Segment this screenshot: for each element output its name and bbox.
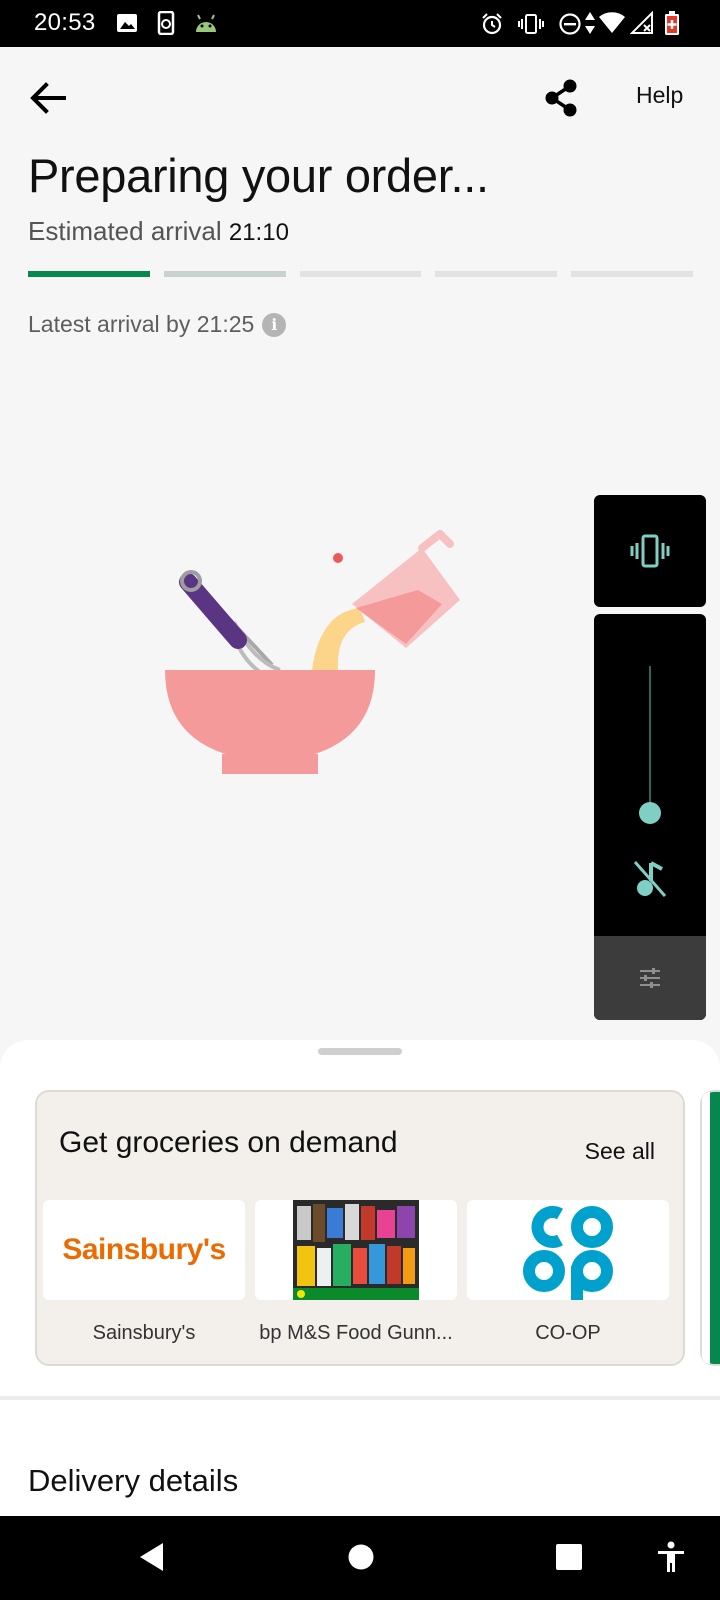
section-divider xyxy=(0,1396,720,1400)
store-logo-tile xyxy=(255,1200,457,1300)
music-off-icon[interactable] xyxy=(632,859,668,899)
volume-vibrate-button[interactable] xyxy=(594,495,706,607)
phone-sync-icon xyxy=(157,11,175,35)
vibrate-icon xyxy=(630,534,670,568)
eta-label: Estimated arrival xyxy=(28,216,222,246)
volume-panel xyxy=(594,614,706,1020)
groceries-card: Get groceries on demand See all Sainsbur… xyxy=(35,1090,685,1366)
arrow-left-icon xyxy=(30,82,66,114)
android-icon xyxy=(196,14,216,32)
progress-segment-4 xyxy=(435,271,558,277)
latest-arrival: Latest arrival by 21:25 i xyxy=(28,311,287,338)
system-nav-bar xyxy=(0,1516,720,1600)
help-link[interactable]: Help xyxy=(636,82,683,109)
share-icon xyxy=(545,79,577,117)
latest-arrival-text: Latest arrival by 21:25 xyxy=(28,311,255,337)
back-button[interactable] xyxy=(24,74,72,122)
status-bar: 20:53 xyxy=(0,0,720,47)
sainsburys-logo: Sainsbury's xyxy=(62,1233,226,1266)
bp-ms-food-image xyxy=(293,1200,419,1300)
alarm-icon xyxy=(482,13,502,35)
store-logo-tile xyxy=(467,1200,669,1300)
store-name: Sainsbury's xyxy=(92,1322,196,1344)
bowl-illustration xyxy=(165,670,375,762)
signal-icon xyxy=(630,11,653,34)
progress-segment-3 xyxy=(299,271,422,277)
accessibility-icon[interactable] xyxy=(656,1540,686,1574)
order-progress-bar xyxy=(28,271,693,277)
sliders-icon xyxy=(640,968,660,988)
info-icon[interactable]: i xyxy=(262,312,287,337)
whisk-illustration xyxy=(179,570,281,674)
see-all-link[interactable]: See all xyxy=(585,1138,655,1165)
wifi-icon xyxy=(599,12,625,33)
eta-time: 21:10 xyxy=(228,219,289,246)
store-card-coop[interactable]: CO-OP xyxy=(467,1200,669,1345)
store-name: bp M&S Food Gunn... xyxy=(259,1322,453,1344)
store-name: CO-OP xyxy=(535,1322,601,1344)
home-circle-icon[interactable] xyxy=(347,1540,375,1574)
battery-low-icon xyxy=(665,11,679,35)
preparing-order-illustration xyxy=(165,530,460,774)
jug-illustration xyxy=(352,530,460,648)
volume-settings-button[interactable] xyxy=(594,936,706,1020)
coop-logo xyxy=(523,1206,613,1300)
progress-segment-2 xyxy=(163,271,286,277)
vibrate-icon xyxy=(518,14,544,34)
recents-square-icon[interactable] xyxy=(554,1540,584,1574)
image-icon xyxy=(117,14,137,32)
store-card-sainsburys[interactable]: Sainsbury's Sainsbury's xyxy=(43,1200,245,1345)
store-card-bp-ms[interactable]: bp M&S Food Gunn... xyxy=(255,1200,457,1345)
delivery-details-title[interactable]: Delivery details xyxy=(28,1463,238,1499)
back-triangle-icon[interactable] xyxy=(136,1540,166,1574)
share-button[interactable] xyxy=(538,74,586,122)
page-title: Preparing your order... xyxy=(28,149,489,202)
volume-slider-track[interactable] xyxy=(649,666,651,814)
groceries-title: Get groceries on demand xyxy=(59,1126,398,1159)
status-time: 20:53 xyxy=(34,9,96,36)
bottom-sheet: Get groceries on demand See all Sainsbur… xyxy=(0,1040,720,1516)
progress-segment-1 xyxy=(28,271,150,277)
data-arrows-icon xyxy=(585,12,595,34)
drop-illustration xyxy=(333,553,343,563)
progress-segment-5 xyxy=(571,271,693,277)
sheet-drag-handle[interactable] xyxy=(318,1048,402,1055)
store-logo-tile: Sainsbury's xyxy=(43,1200,245,1300)
pour-stream xyxy=(312,608,365,670)
estimated-arrival: Estimated arrival 21:10 xyxy=(28,216,289,247)
volume-slider-thumb[interactable] xyxy=(639,802,661,824)
do-not-disturb-icon xyxy=(559,13,581,35)
next-card-peek[interactable] xyxy=(700,1090,720,1366)
